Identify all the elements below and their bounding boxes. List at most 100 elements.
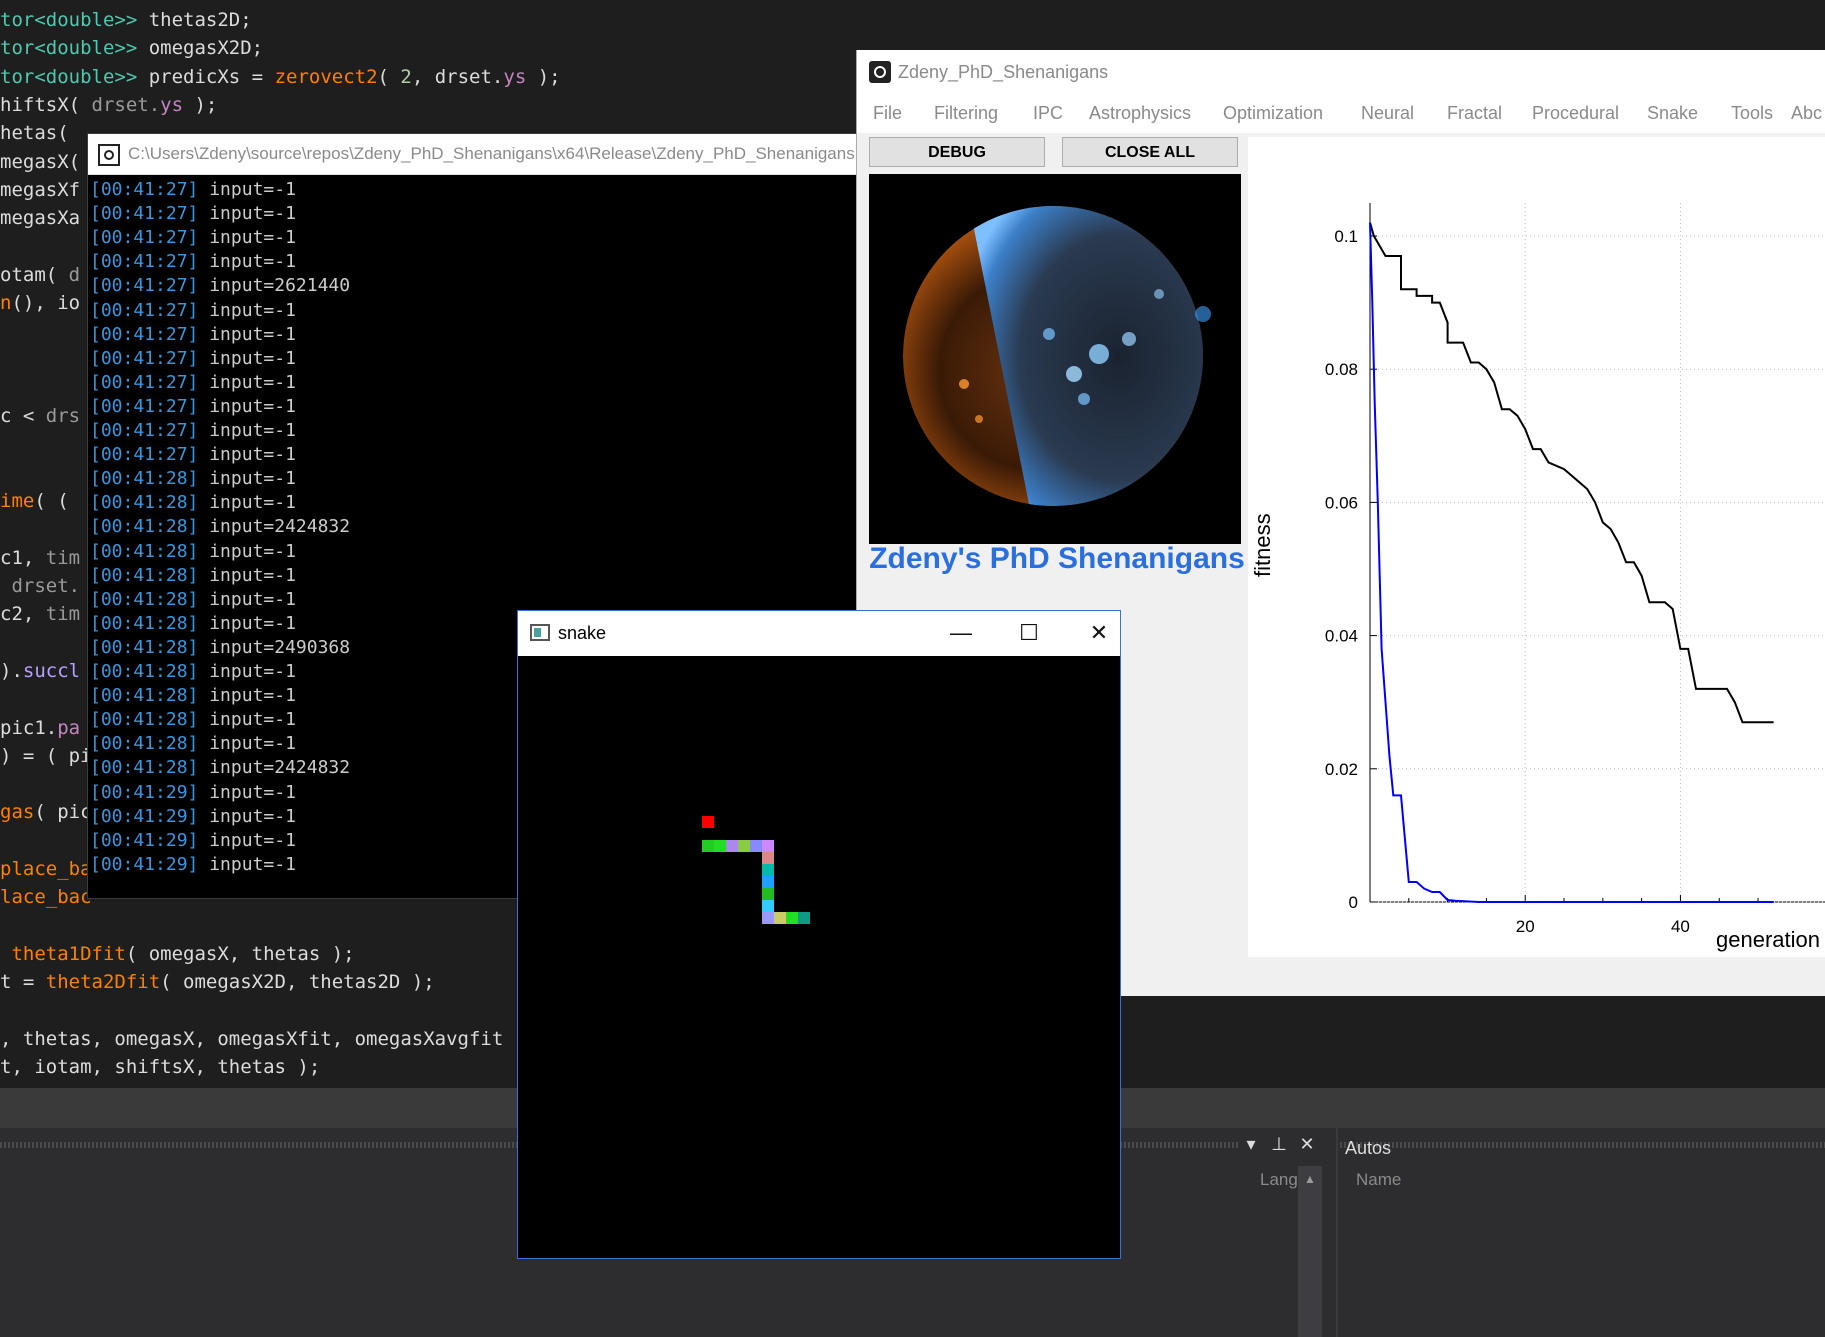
log-message: input=2424832 — [209, 516, 351, 538]
snake-window[interactable]: snake — ☐ ✕ — [517, 610, 1121, 1259]
autos-pane-grip[interactable] — [1340, 1142, 1825, 1148]
code-line[interactable]: t = theta2Dfit( omegasX2D, thetas2D ); — [0, 968, 435, 996]
code-line[interactable]: otam( d — [0, 261, 80, 289]
menu-item-file[interactable]: File — [873, 103, 902, 124]
log-message: input=-1 — [209, 251, 296, 273]
console-title-bar[interactable]: C:\Users\Zdeny\source\repos\Zdeny_PhD_Sh… — [88, 134, 958, 175]
code-line[interactable]: ).succl — [0, 657, 80, 685]
log-timestamp: [00:41:27] — [90, 371, 199, 393]
code-token: ); — [526, 65, 561, 88]
dropdown-icon[interactable]: ▾ — [1240, 1134, 1262, 1155]
code-line[interactable]: pic1.pa — [0, 714, 80, 742]
menu-item-abc[interactable]: Abc — [1791, 103, 1822, 124]
snake-segment — [798, 912, 810, 924]
menu-item-fractal[interactable]: Fractal — [1447, 103, 1502, 124]
app-window-title: Zdeny_PhD_Shenanigans — [898, 62, 1109, 82]
fitness-plot: 0 0.02 0.04 0.06 0.08 0.1 20 40 fitness generat… — [1248, 137, 1825, 957]
log-message: input=-1 — [209, 323, 296, 345]
autos-name-column-header[interactable]: Name — [1356, 1170, 1401, 1190]
menu-item-tools[interactable]: Tools — [1731, 103, 1773, 124]
log-timestamp: [00:41:28] — [90, 685, 199, 707]
code-token: gas — [0, 801, 35, 824]
code-line[interactable]: drset. — [0, 572, 80, 600]
code-line[interactable]: n(), io — [0, 289, 80, 317]
code-line[interactable]: c1, tim — [0, 544, 80, 572]
maximize-icon[interactable]: ☐ — [1006, 617, 1052, 649]
log-line: [00:41:29] input=-1 — [90, 805, 296, 829]
code-line[interactable]: gas( pic — [0, 798, 92, 826]
code-token: tim — [45, 603, 81, 626]
snake-board[interactable] — [518, 656, 1120, 1258]
log-line: [00:41:28] input=-1 — [90, 540, 296, 564]
snake-segment — [762, 876, 774, 888]
log-line: [00:41:28] input=2490368 — [90, 636, 350, 660]
menu-item-optimization[interactable]: Optimization — [1223, 103, 1323, 124]
log-timestamp: [00:41:28] — [90, 588, 199, 610]
code-token: pic1. — [0, 716, 58, 739]
code-line[interactable]: ime( ( — [0, 487, 69, 515]
code-token: drs — [45, 405, 81, 428]
code-line[interactable]: t, iotam, shiftsX, thetas ); — [0, 1053, 320, 1081]
debug-button[interactable]: DEBUG — [869, 137, 1045, 167]
code-line[interactable]: hiftsX( drset.ys ); — [0, 91, 217, 119]
code-token: t, iotam, shiftsX, thetas ); — [0, 1056, 321, 1079]
log-timestamp: [00:41:27] — [90, 299, 199, 321]
log-message: input=-1 — [209, 853, 296, 875]
code-token: megasXa — [0, 207, 81, 230]
scroll-up-icon[interactable]: ▲ — [1298, 1172, 1322, 1186]
food-cell — [702, 816, 714, 828]
code-line[interactable]: place_ba — [0, 855, 92, 883]
vertical-scrollbar[interactable]: ▲ — [1298, 1166, 1322, 1337]
menu-item-filtering[interactable]: Filtering — [934, 103, 998, 124]
menu-item-astrophysics[interactable]: Astrophysics — [1089, 103, 1191, 124]
log-line: [00:41:28] input=-1 — [90, 612, 296, 636]
code-line[interactable]: ) = ( pi — [0, 742, 92, 770]
app-title-bar[interactable]: Zdeny_PhD_Shenanigans — [857, 50, 1825, 95]
snake-segment — [762, 840, 774, 852]
log-timestamp: [00:41:27] — [90, 420, 199, 441]
log-timestamp: [00:41:27] — [90, 395, 199, 417]
log-line: [00:41:27] input=-1 — [90, 226, 296, 250]
code-line[interactable]: theta1Dfit( omegasX, thetas ); — [0, 940, 354, 968]
minimize-icon[interactable]: — — [938, 617, 984, 649]
code-line[interactable]: tor<double>> thetas2D; — [0, 6, 252, 34]
code-token: tor<double>> — [0, 37, 149, 60]
pin-icon[interactable]: ⊥ — [1268, 1134, 1290, 1155]
code-line[interactable]: tor<double>> predicXs = zerovect2( 2, dr… — [0, 63, 561, 91]
autos-pane-title[interactable]: Autos — [1345, 1138, 1391, 1159]
code-line[interactable]: megasX( — [0, 148, 80, 176]
code-line[interactable]: hetas( — [0, 119, 80, 147]
code-line[interactable]: megasXa — [0, 204, 80, 232]
code-token: ys — [503, 65, 527, 88]
language-column-header[interactable]: Lang — [1260, 1170, 1298, 1190]
series-line-0 — [1369, 222, 1774, 724]
log-message: input=-1 — [209, 420, 296, 441]
log-timestamp: [00:41:27] — [90, 227, 199, 249]
menu-item-snake[interactable]: Snake — [1647, 103, 1698, 124]
code-token: d — [68, 263, 81, 286]
code-line[interactable]: megasXf — [0, 176, 80, 204]
code-line[interactable]: c2, tim — [0, 600, 80, 628]
code-line[interactable]: c < drs — [0, 402, 80, 430]
snake-segment — [738, 840, 750, 852]
log-message: input=2621440 — [209, 275, 351, 297]
log-line: [00:41:28] input=-1 — [90, 684, 296, 708]
close-all-button[interactable]: CLOSE ALL — [1062, 137, 1238, 167]
log-message: input=2490368 — [209, 636, 351, 658]
log-timestamp: [00:41:27] — [90, 203, 199, 225]
menu-item-procedural[interactable]: Procedural — [1532, 103, 1619, 124]
close-icon[interactable]: ✕ — [1076, 617, 1122, 649]
log-timestamp: [00:41:27] — [90, 347, 199, 369]
code-line[interactable]: tor<double>> omegasX2D; — [0, 34, 263, 62]
log-line: [00:41:27] input=-1 — [90, 347, 296, 371]
snake-title-bar[interactable]: snake — ☐ ✕ — [518, 611, 1120, 656]
snake-segment — [762, 888, 774, 900]
log-message: input=2424832 — [209, 757, 351, 779]
code-token: ime — [0, 490, 35, 513]
menu-item-neural[interactable]: Neural — [1361, 103, 1414, 124]
code-line[interactable]: lace_bac — [0, 883, 92, 911]
close-icon[interactable]: ✕ — [1296, 1134, 1318, 1155]
menu-item-ipc[interactable]: IPC — [1033, 103, 1063, 124]
snake-segment — [762, 900, 774, 912]
code-line[interactable]: , thetas, omegasX, omegasXfit, omegasXav… — [0, 1025, 503, 1053]
